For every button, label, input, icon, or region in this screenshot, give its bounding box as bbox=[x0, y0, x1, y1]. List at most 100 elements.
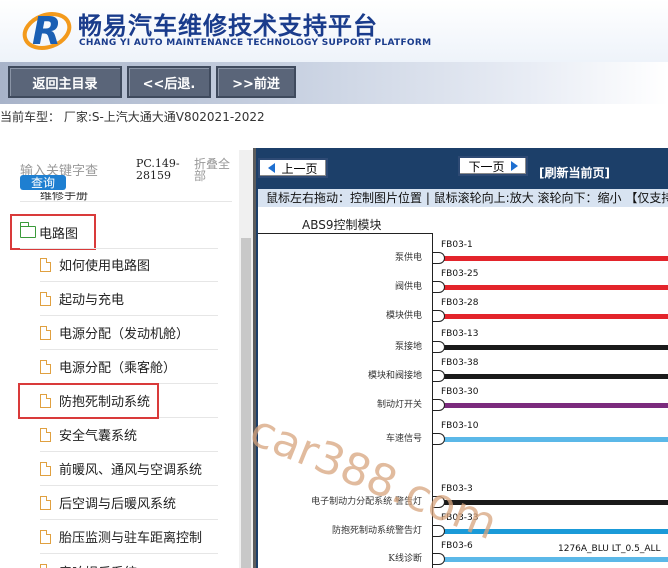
pin-function-label: K线诊断 bbox=[388, 554, 422, 564]
viewer-hint: 鼠标左右拖动：控制图片位置 | 鼠标滚轮向上:放大 滚轮向下：缩小 【仅支持IE… bbox=[258, 189, 668, 207]
connector-pin-icon bbox=[433, 370, 445, 382]
document-icon bbox=[40, 325, 51, 340]
tree-item-label: 电源分配（乘客舱） bbox=[59, 361, 177, 376]
platform-title: 畅易汽车维修技术支持平台 bbox=[78, 12, 378, 40]
platform-subtitle: CHANG YI AUTO MAINTENANCE TECHNOLOGY SUP… bbox=[79, 38, 432, 48]
home-button[interactable]: 返回主目录 bbox=[8, 66, 122, 98]
wire-line bbox=[444, 314, 668, 319]
document-icon bbox=[40, 564, 51, 568]
pin-code: FB03-13 bbox=[441, 329, 479, 339]
tree-item-label: 电源分配（发动机舱） bbox=[59, 327, 190, 342]
wire-line bbox=[444, 285, 668, 290]
tree-item-label: 音响娱乐系统 bbox=[59, 562, 137, 568]
pin-function-label: 模块和阀接地 bbox=[367, 371, 422, 381]
sidebar-scrollbar-thumb[interactable] bbox=[241, 238, 251, 568]
document-icon bbox=[40, 393, 51, 408]
pin-code: FB03-38 bbox=[441, 358, 479, 368]
tree-item[interactable]: 电源分配（乘客舱） bbox=[40, 350, 218, 384]
wire-line bbox=[444, 374, 668, 379]
connector-pin-icon bbox=[433, 252, 445, 264]
tree-item[interactable]: 如何使用电路图 bbox=[40, 248, 218, 282]
document-icon bbox=[40, 529, 51, 544]
document-icon bbox=[40, 257, 51, 272]
search-button[interactable]: 查询 bbox=[20, 175, 66, 190]
tree-folder-wiring-diagram[interactable]: 电路图 bbox=[10, 214, 96, 250]
wire-line bbox=[444, 529, 668, 534]
pin-function-label: 防抱死制动系统警告灯 bbox=[331, 526, 422, 536]
tree-item-label: 前暖风、通风与空调系统 bbox=[59, 463, 203, 478]
tree-item[interactable]: 后空调与后暖风系统 bbox=[40, 486, 218, 520]
connector-pin-icon bbox=[433, 553, 445, 565]
connector-pin-icon bbox=[433, 310, 445, 322]
back-button[interactable]: <<后退. bbox=[127, 66, 211, 98]
connector-pin-icon bbox=[433, 281, 445, 293]
tree-item[interactable]: 防抱死制动系统 bbox=[40, 384, 218, 418]
header: R 畅易汽车维修技术支持平台 CHANG YI AUTO MAINTENANCE… bbox=[0, 0, 668, 62]
pin-function-label: 电子制动力分配系统 警告灯 bbox=[311, 497, 422, 507]
tree-item[interactable]: 起动与充电 bbox=[40, 282, 218, 316]
wire-line bbox=[444, 403, 668, 408]
pin-code: FB03-3 bbox=[441, 484, 473, 494]
module-title: ABS9控制模块 bbox=[302, 218, 382, 232]
tree-item[interactable]: 音响娱乐系统 bbox=[40, 554, 218, 568]
connector-pin-icon bbox=[433, 341, 445, 353]
document-icon bbox=[40, 461, 51, 476]
wire-line bbox=[444, 500, 668, 505]
connector-pin-icon bbox=[433, 496, 445, 508]
wire-line bbox=[444, 437, 668, 442]
prev-page-button[interactable]: 上一页 bbox=[258, 158, 328, 178]
pin-code: FB03-25 bbox=[441, 269, 479, 279]
pin-function-label: 泵接地 bbox=[394, 342, 422, 352]
collapse-all-button[interactable]: 折叠全部 bbox=[194, 158, 232, 182]
r-logo-icon: R bbox=[22, 9, 72, 52]
document-icon bbox=[40, 427, 51, 442]
wire-line bbox=[444, 557, 668, 562]
pin-code: FB03-10 bbox=[441, 421, 479, 431]
tree-item-label: 胎压监测与驻车距离控制 bbox=[59, 531, 203, 546]
triangle-right-icon bbox=[510, 161, 518, 171]
tree-separator bbox=[20, 248, 218, 249]
svg-text:R: R bbox=[32, 9, 61, 52]
pin-code: FB03-1 bbox=[441, 240, 473, 250]
next-page-label: 下一页 bbox=[468, 159, 505, 174]
document-icon bbox=[40, 291, 51, 306]
tree-item-partial-label: 维修手册 bbox=[40, 192, 89, 202]
tree-item[interactable]: 安全气囊系统 bbox=[40, 418, 218, 452]
pin-function-label: 阀供电 bbox=[394, 282, 422, 292]
pin-function-label: 泵供电 bbox=[394, 253, 422, 263]
current-model: 当前车型： 厂家:S-上汽大通大通V802021-2022 bbox=[0, 110, 265, 124]
tree-item[interactable]: 前暖风、通风与空调系统 bbox=[40, 452, 218, 486]
pin-function-label: 车速信号 bbox=[385, 434, 422, 444]
document-icon bbox=[40, 359, 51, 374]
connector-pin-icon bbox=[433, 433, 445, 445]
connector-pin-icon bbox=[433, 525, 445, 537]
pin-code: FB03-28 bbox=[441, 298, 479, 308]
pc-code: PC.149-28159 bbox=[136, 157, 180, 182]
tree-folder-label: 电路图 bbox=[39, 226, 79, 242]
next-page-button[interactable]: 下一页 bbox=[458, 156, 528, 176]
app-window: R 畅易汽车维修技术支持平台 CHANG YI AUTO MAINTENANCE… bbox=[0, 0, 668, 568]
tree-item-label: 如何使用电路图 bbox=[59, 259, 151, 274]
tree-item-label: 安全气囊系统 bbox=[59, 429, 138, 444]
folder-open-icon bbox=[19, 222, 36, 238]
wire-tag: 1276A_BLU LT_0.5_ALL bbox=[558, 544, 661, 554]
tree-item-label: 后空调与后暖风系统 bbox=[59, 497, 177, 512]
prev-page-label: 上一页 bbox=[281, 161, 318, 176]
pin-function-label: 模块供电 bbox=[385, 311, 422, 321]
pin-code: FB03-6 bbox=[441, 541, 473, 551]
tree-item[interactable]: 电源分配（发动机舱） bbox=[40, 316, 218, 350]
tree-item-label: 防抱死制动系统 bbox=[59, 395, 151, 410]
forward-button[interactable]: >>前进 bbox=[216, 66, 296, 98]
pin-function-label: 制动灯开关 bbox=[376, 400, 422, 410]
pin-code: FB03-33 bbox=[441, 513, 479, 523]
tree-item[interactable]: 胎压监测与驻车距离控制 bbox=[40, 520, 218, 554]
tree-item-label: 起动与充电 bbox=[59, 293, 125, 308]
wire-line bbox=[444, 256, 668, 261]
nav-bar: 返回主目录 <<后退. >>前进 bbox=[0, 62, 668, 104]
triangle-left-icon bbox=[268, 163, 276, 173]
refresh-page-link[interactable]: [刷新当前页] bbox=[539, 164, 610, 181]
tree-item-partial[interactable]: 维修手册 bbox=[20, 192, 232, 202]
connector-pin-icon bbox=[433, 399, 445, 411]
wire-line bbox=[444, 345, 668, 350]
document-icon bbox=[40, 495, 51, 510]
